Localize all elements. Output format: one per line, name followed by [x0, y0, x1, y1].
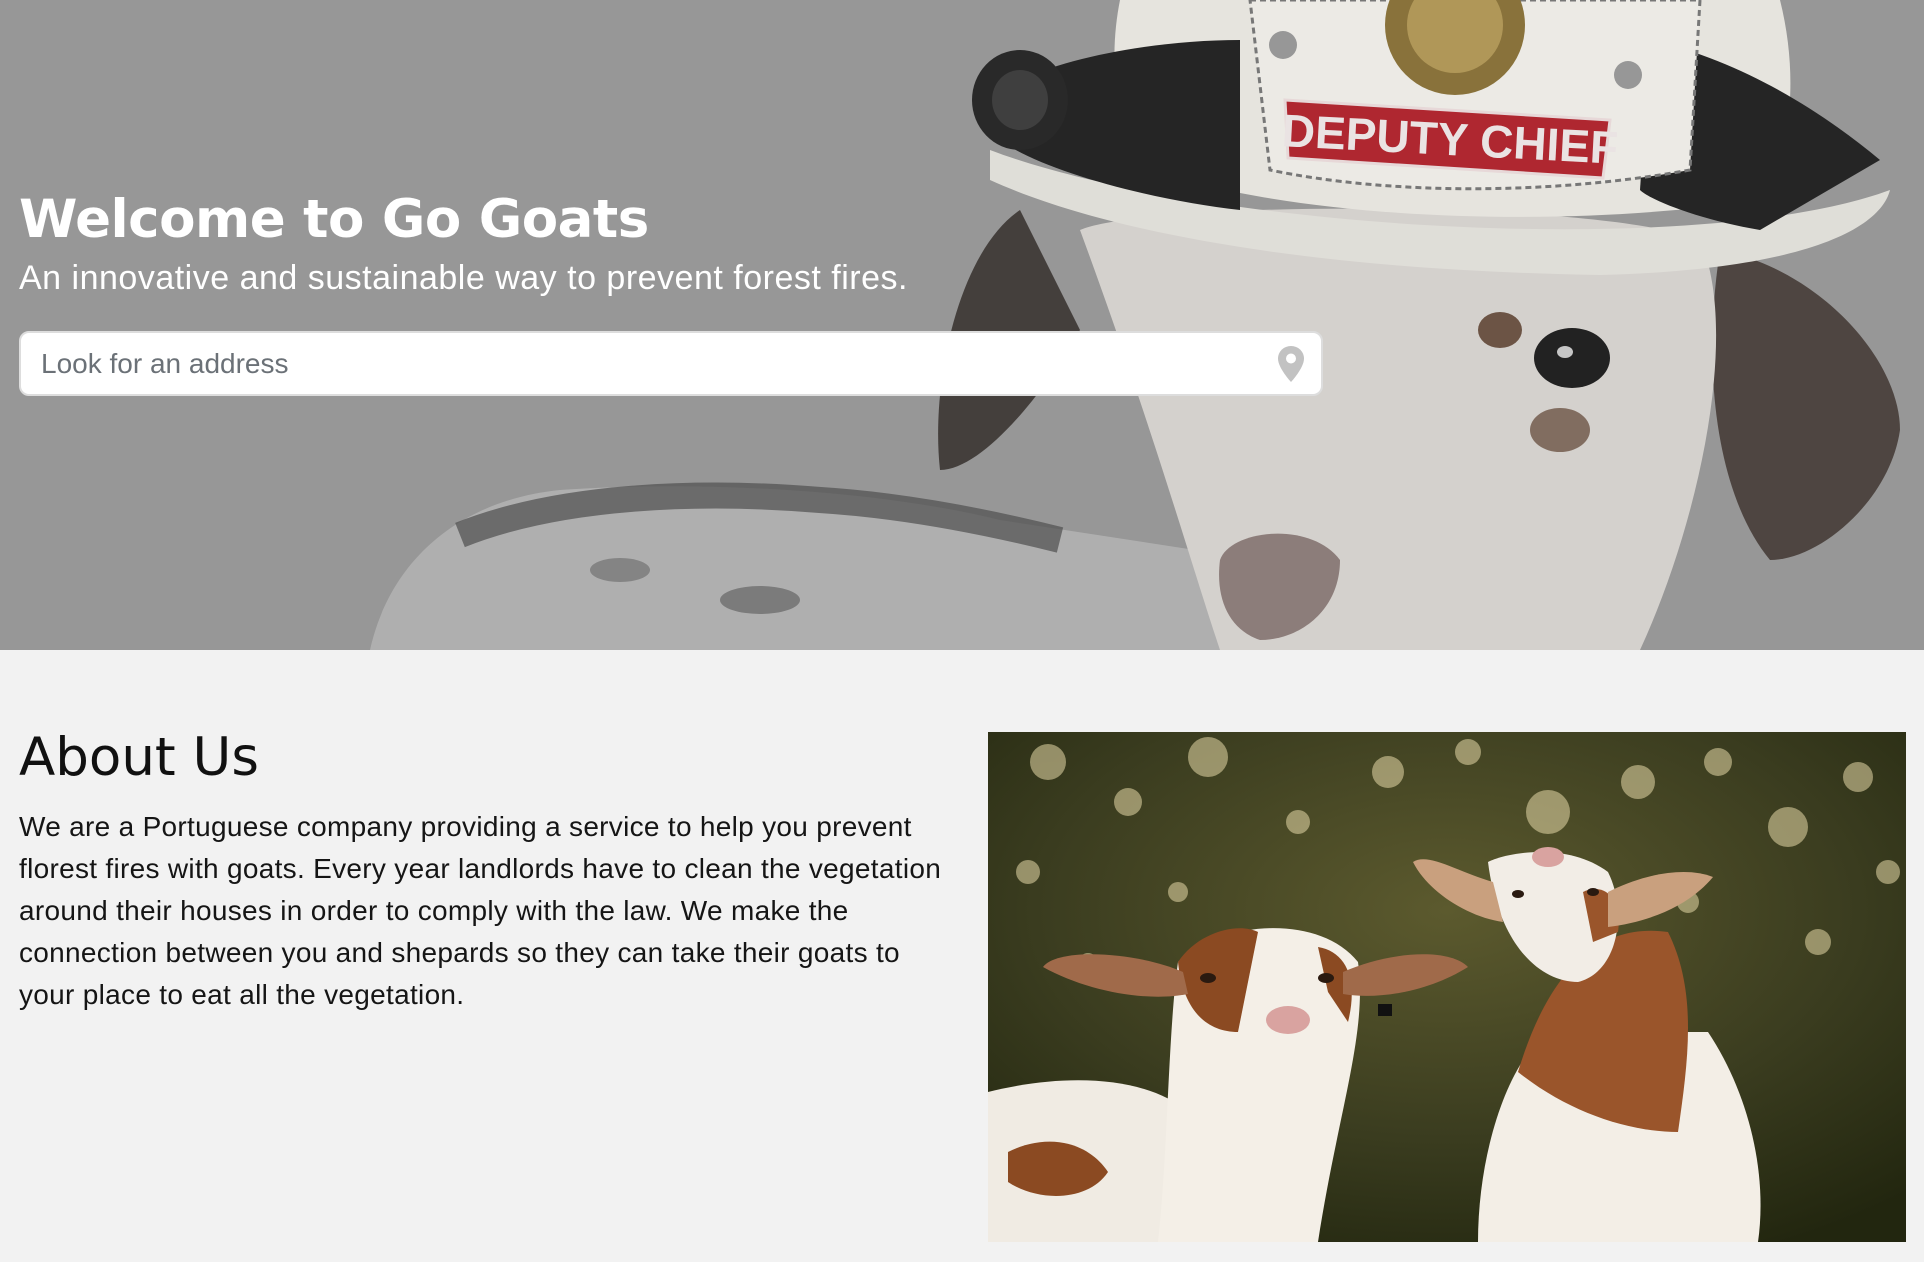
about-body: We are a Portuguese company providing a …: [19, 811, 942, 1010]
two-goats-photo: [988, 732, 1906, 1242]
map-pin-icon[interactable]: [1261, 334, 1321, 394]
hero-subtitle: An innovative and sustainable way to pre…: [19, 259, 908, 297]
about-goats-image: [988, 732, 1906, 1242]
about-section: About Us We are a Portuguese company pro…: [0, 650, 1924, 1262]
about-title: About Us: [19, 727, 259, 788]
hero-goat-firefighter-image: DEPUTY CHIEF: [0, 0, 1924, 650]
hero-section: DEPUTY CHIEF Welcome to Go Goats An inno…: [0, 0, 1924, 650]
address-search-box[interactable]: [19, 331, 1323, 396]
hero-title: Welcome to Go Goats: [19, 189, 649, 250]
hero-content: Welcome to Go Goats An innovative and su…: [19, 185, 1329, 301]
map-pin-glyph: [1278, 345, 1304, 382]
about-text-block: About Us We are a Portuguese company pro…: [19, 722, 959, 1016]
address-search-input[interactable]: [21, 333, 1261, 394]
